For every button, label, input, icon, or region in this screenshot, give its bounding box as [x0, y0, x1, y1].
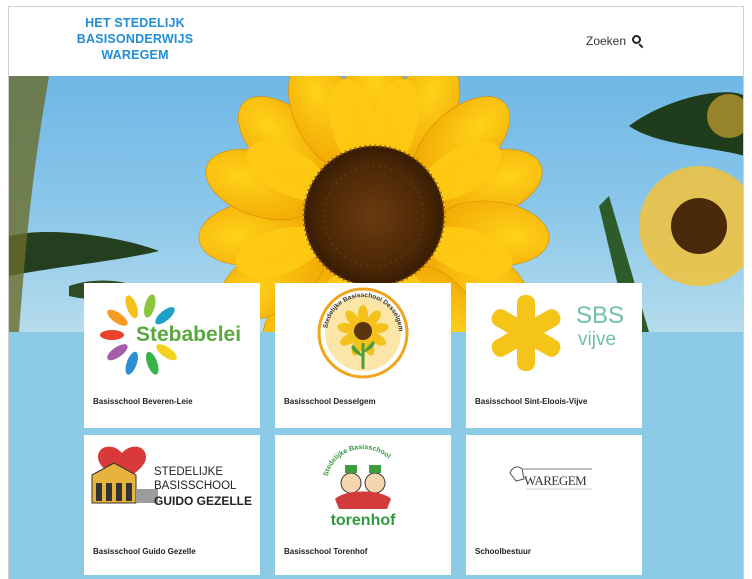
- search-icon: [632, 35, 644, 49]
- card-schoolbestuur[interactable]: WAREGEM Schoolbestuur: [466, 435, 642, 575]
- card-label: Basisschool Beveren-Leie: [93, 397, 193, 406]
- card-label: Basisschool Guido Gezelle: [93, 547, 196, 556]
- stebabelei-logo: Stebabelei: [100, 294, 241, 375]
- guido-gezelle-logo: STEDELIJKE BASISSCHOOL GUIDO GEZELLE: [91, 446, 252, 508]
- site-logo[interactable]: HET STEDELIJK BASISONDERWIJS WAREGEM: [73, 15, 197, 63]
- vijve-text: vijve: [578, 329, 616, 350]
- desselgem-logo: Stedelijke Basisschool Desselgem: [317, 287, 409, 379]
- card-label: Basisschool Desselgem: [284, 397, 376, 406]
- waregem-wordmark: WAREGEM: [524, 473, 587, 488]
- torenhof-wordmark: torenhof: [331, 512, 397, 529]
- search-button[interactable]: Zoeken: [586, 34, 644, 49]
- logo-line-2: BASISONDERWIJS: [76, 32, 194, 46]
- search-label: Zoeken: [586, 34, 627, 48]
- card-desselgem[interactable]: Stedelijke Basisschool Desselgem Basissc…: [275, 283, 451, 428]
- card-label: Basisschool Sint-Eloois-Vijve: [475, 397, 588, 406]
- card-guido-gezelle[interactable]: STEDELIJKE BASISSCHOOL GUIDO GEZELLE Bas…: [84, 435, 260, 575]
- torenhof-logo: Stedelijke Basisschool torenhof: [323, 444, 397, 529]
- card-label: Schoolbestuur: [475, 547, 532, 556]
- logo-line-3: WAREGEM: [101, 48, 169, 62]
- torenhof-arc-text: Stedelijke Basisschool: [323, 444, 392, 477]
- sbs-vijve-logo: SBS vijve: [491, 295, 624, 371]
- svg-text:Stedelijke Basisschool: Stedelijke Basisschool: [323, 444, 392, 477]
- site-header: HET STEDELIJK BASISONDERWIJS WAREGEM Zoe…: [9, 7, 743, 76]
- card-beveren-leie[interactable]: Stebabelei Basisschool Beveren-Leie: [84, 283, 260, 428]
- waregem-logo: WAREGEM: [509, 466, 592, 490]
- page-frame: HET STEDELIJK BASISONDERWIJS WAREGEM Zoe…: [8, 6, 744, 579]
- card-label: Basisschool Torenhof: [284, 547, 368, 556]
- stebabelei-wordmark: Stebabelei: [136, 323, 241, 346]
- card-sint-eloois-vijve[interactable]: SBS vijve Basisschool Sint-Eloois-Vijve: [466, 283, 642, 428]
- sbs-text: SBS: [576, 302, 624, 329]
- card-torenhof[interactable]: Stedelijke Basisschool torenhof Basissch…: [275, 435, 451, 575]
- guido-line-2: BASISSCHOOL: [154, 480, 237, 492]
- guido-line-3: GUIDO GEZELLE: [154, 494, 252, 508]
- logo-line-1: HET STEDELIJK: [85, 16, 185, 30]
- guido-line-1: STEDELIJKE: [154, 466, 223, 478]
